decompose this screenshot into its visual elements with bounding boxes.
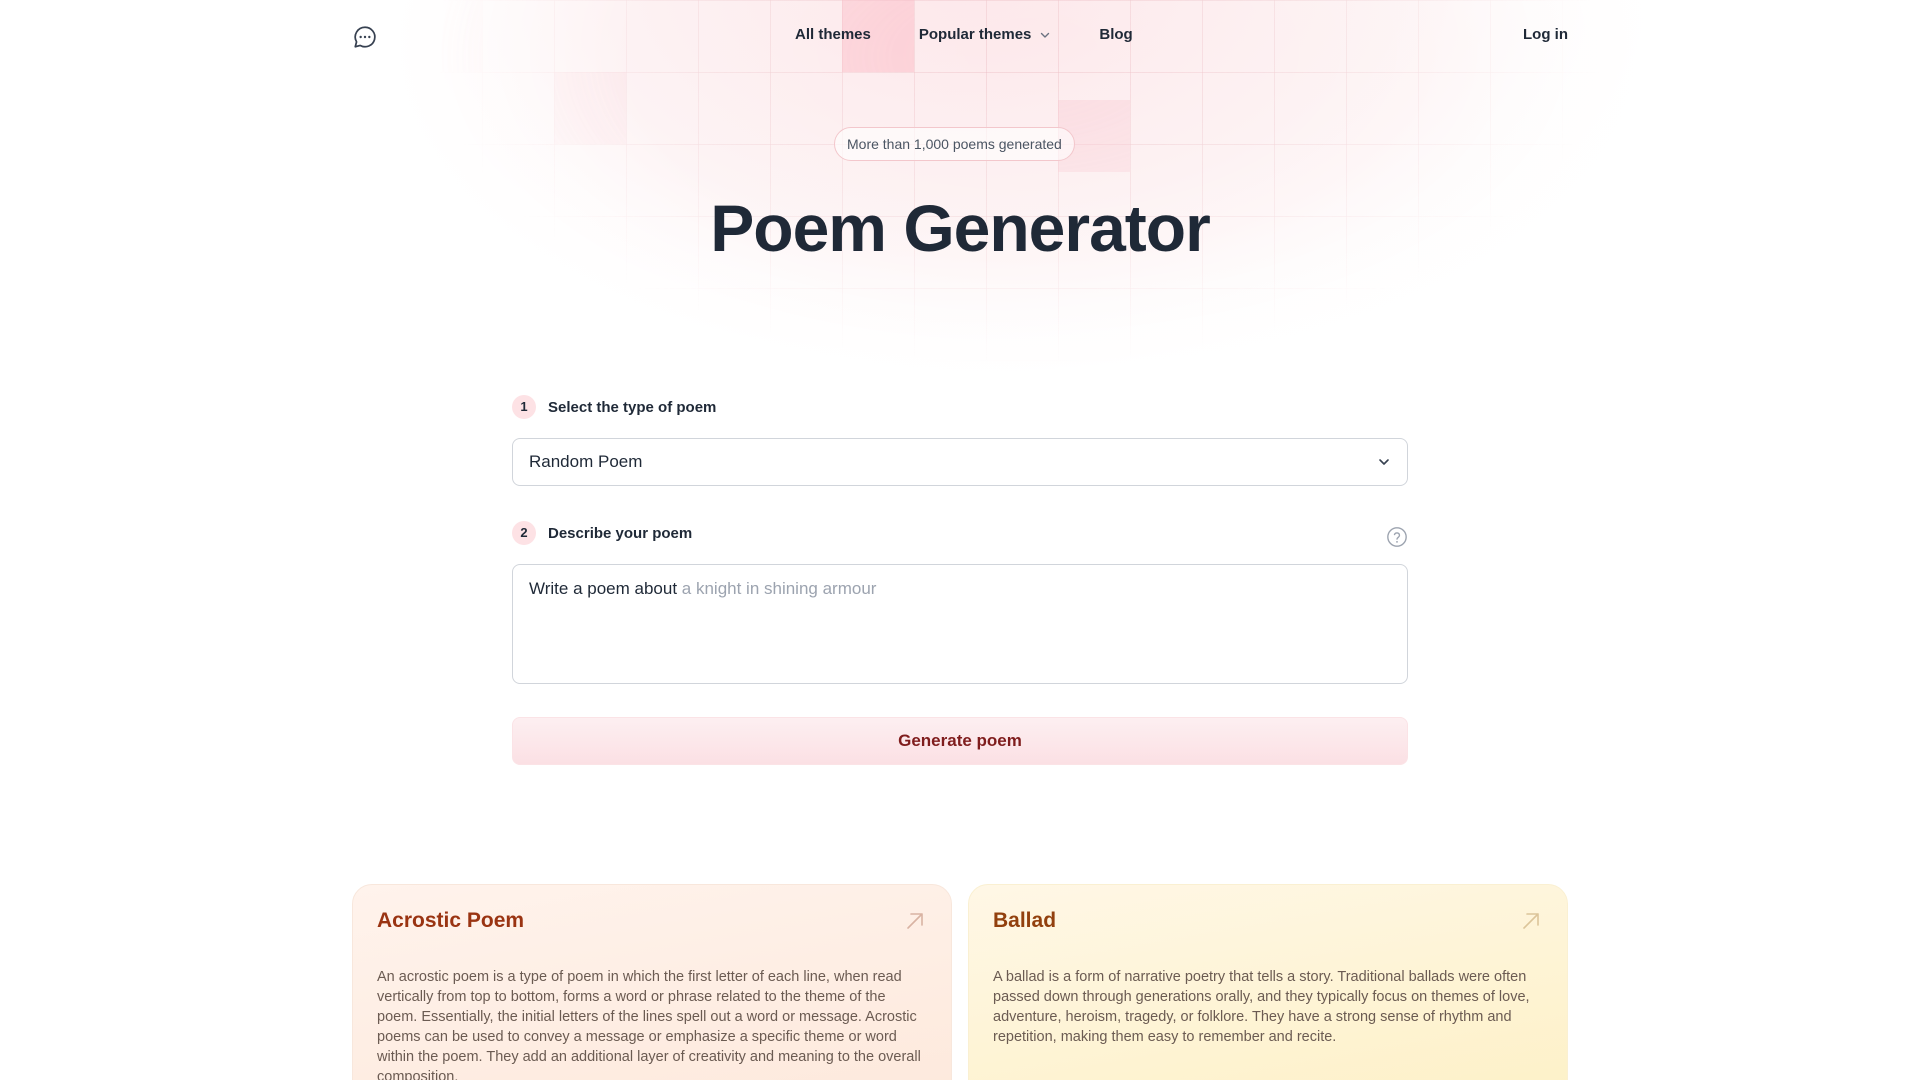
poems-count-badge: More than 1,000 poems generated bbox=[834, 127, 1075, 161]
step-label: Select the type of poem bbox=[548, 398, 717, 416]
card-title: Acrostic Poem bbox=[377, 909, 525, 932]
help-icon[interactable] bbox=[1386, 526, 1408, 548]
nav-blog-label: Blog bbox=[1099, 26, 1133, 43]
step-label: Describe your poem bbox=[548, 524, 693, 542]
page-title: Poem Generator bbox=[710, 191, 1211, 265]
nav-links: All themes Popular themes Blog bbox=[795, 26, 1133, 43]
card-acrostic-poem[interactable]: Acrostic Poem An acrostic poem is a type… bbox=[352, 884, 952, 1080]
step-number: 2 bbox=[512, 521, 536, 545]
chevron-down-icon bbox=[1041, 32, 1050, 38]
card-ballad[interactable]: Ballad A ballad is a form of narrative p… bbox=[968, 884, 1568, 1080]
page: All themes Popular themes Blog Log in Mo… bbox=[0, 0, 1920, 1080]
nav-all-themes[interactable]: All themes bbox=[795, 26, 871, 43]
login-link[interactable]: Log in bbox=[1523, 26, 1568, 43]
top-nav: All themes Popular themes Blog Log in bbox=[0, 0, 1920, 72]
step-2: 2 Describe your poem bbox=[512, 521, 1408, 548]
poem-form: 1 Select the type of poem Random Poem 2 … bbox=[512, 395, 1408, 765]
step-1: 1 Select the type of poem bbox=[512, 395, 1408, 419]
prompt-placeholder: a knight in shining armour bbox=[681, 579, 877, 598]
chat-bubble-icon[interactable] bbox=[352, 24, 378, 50]
nav-blog[interactable]: Blog bbox=[1099, 26, 1132, 43]
arrow-up-right-icon bbox=[907, 913, 923, 929]
generate-poem-button[interactable]: Generate poem bbox=[512, 717, 1408, 765]
poem-type-select[interactable]: Random Poem bbox=[512, 438, 1408, 486]
chevron-down-icon bbox=[1379, 459, 1389, 465]
grid-tile bbox=[554, 72, 626, 144]
card-description: An acrostic poem is a type of poem in wh… bbox=[377, 969, 921, 1080]
prompt-prefix: Write a poem about bbox=[529, 579, 678, 598]
nav-all-themes-label: All themes bbox=[795, 26, 871, 43]
arrow-up-right-icon bbox=[1523, 913, 1539, 929]
nav-popular-themes-label: Popular themes bbox=[918, 26, 1032, 43]
poem-description-input[interactable]: Write a poem about a knight in shining a… bbox=[512, 564, 1408, 684]
card-description: A ballad is a form of narrative poetry t… bbox=[993, 969, 1530, 1045]
step-number: 1 bbox=[512, 395, 536, 419]
nav-popular-themes[interactable]: Popular themes bbox=[919, 26, 1052, 43]
poem-type-value: Random Poem bbox=[529, 452, 643, 471]
card-title: Ballad bbox=[993, 909, 1057, 932]
